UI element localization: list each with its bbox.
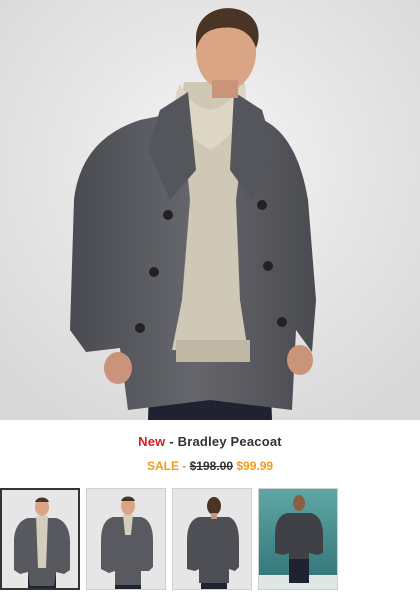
- product-price: SALE - $198.00 $99.99: [0, 459, 420, 473]
- product-title: New - Bradley Peacoat: [0, 434, 420, 449]
- thumbnail-strip: [0, 488, 420, 594]
- sale-price: $99.99: [236, 459, 274, 473]
- price-separator: -: [178, 459, 190, 473]
- thumbnail-front-alt[interactable]: [86, 488, 166, 590]
- thumbnail-front[interactable]: [0, 488, 80, 590]
- thumbnail-lifestyle[interactable]: [258, 488, 338, 590]
- title-separator: -: [165, 434, 178, 449]
- new-badge: New: [138, 434, 166, 449]
- main-product-image: [0, 0, 420, 420]
- sale-label: SALE: [146, 459, 179, 473]
- thumbnail-back[interactable]: [172, 488, 252, 590]
- original-price: $198.00: [189, 459, 234, 473]
- product-name: Bradley Peacoat: [177, 434, 282, 449]
